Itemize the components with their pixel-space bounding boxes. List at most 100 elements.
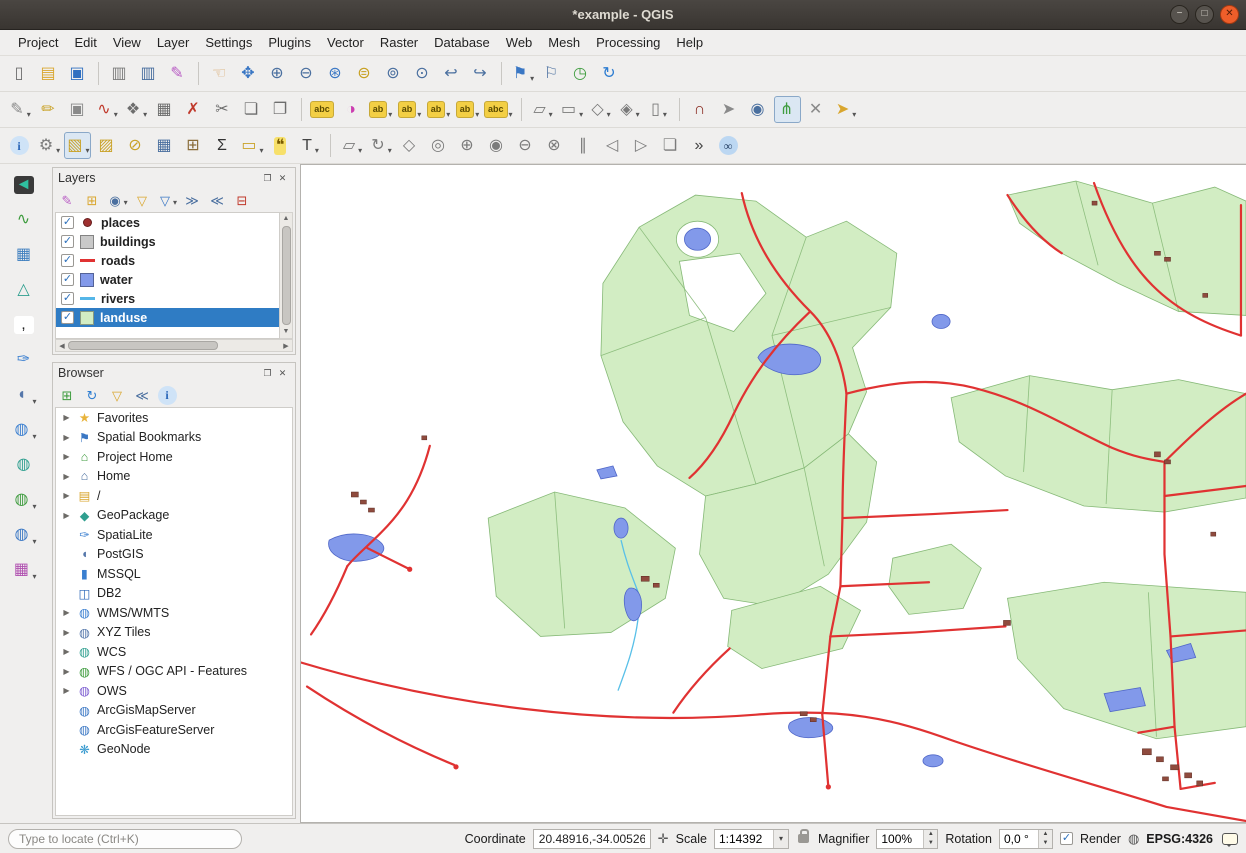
save-layer-edits-button[interactable]: ▣ xyxy=(64,96,91,123)
field-calculator-button[interactable]: ⊞ xyxy=(180,132,207,159)
expand-all-button[interactable]: ≫ xyxy=(181,189,204,211)
clear-edits-button[interactable]: ✕ xyxy=(803,96,830,123)
layer-visibility-checkbox[interactable]: ✓ xyxy=(61,292,74,305)
layer-row[interactable]: ✓ roads xyxy=(56,251,279,270)
add-mesh-layer-button[interactable]: △ xyxy=(8,275,40,305)
close-button[interactable]: ✕ xyxy=(1220,5,1239,24)
filter-browser-button[interactable]: ▽ xyxy=(106,384,129,406)
spin-down-icon[interactable]: ▼ xyxy=(924,839,937,848)
snapping-toggle-button[interactable]: ∩ xyxy=(687,96,714,123)
map-canvas[interactable] xyxy=(300,164,1246,823)
maximize-button[interactable]: □ xyxy=(1195,5,1214,24)
close-panel-icon[interactable]: ✕ xyxy=(275,171,290,186)
expand-arrow-icon[interactable]: ▶ xyxy=(61,667,72,676)
minimize-button[interactable]: − xyxy=(1170,5,1189,24)
toolbar-button[interactable] xyxy=(301,98,302,121)
browser-item[interactable]: ❋ GeoNode xyxy=(56,740,292,760)
browser-item[interactable]: ▶ ◆ GeoPackage xyxy=(56,506,292,526)
coordinate-extent-icon[interactable]: ✛ xyxy=(658,831,669,847)
browser-item[interactable]: ▶ ◍ WMS/WMTS xyxy=(56,603,292,623)
add-wfs-layer-button[interactable]: ◍ ▾ xyxy=(8,485,40,515)
layer-row[interactable]: ✓ landuse xyxy=(56,308,279,327)
statistics-button[interactable]: Σ xyxy=(209,132,236,159)
browser-item[interactable]: ▶ ⌂ Home xyxy=(56,467,292,487)
collapse-browser-button[interactable]: ≪ xyxy=(131,384,154,406)
add-virtual-layer-button[interactable]: ▦ ▾ xyxy=(8,555,40,585)
magnifier-spinbox[interactable]: ▲ ▼ xyxy=(876,829,938,849)
menu-item[interactable]: Vector xyxy=(319,31,372,54)
expand-arrow-icon[interactable]: ▶ xyxy=(61,491,72,500)
new-project-button[interactable]: ▯ xyxy=(6,60,33,87)
add-selected-layers-button[interactable]: ⊞ xyxy=(56,384,79,406)
save-project-button[interactable]: ▣ xyxy=(64,60,91,87)
current-edits-button[interactable]: ✎ ▾ xyxy=(6,96,33,123)
menu-item[interactable]: Mesh xyxy=(540,31,588,54)
add-group-button[interactable]: ⊞ xyxy=(81,189,104,211)
window-titlebar[interactable]: *example - QGIS − □ ✕ xyxy=(0,0,1246,30)
add-spatialite-layer-button[interactable]: ✑ xyxy=(8,345,40,375)
expand-arrow-icon[interactable]: ▶ xyxy=(61,413,72,422)
log-messages-icon[interactable] xyxy=(1222,833,1238,845)
pin-unpin-labels-button[interactable]: ab ▾ xyxy=(396,96,423,123)
new-spatial-bookmark-button[interactable]: ⚑ ▾ xyxy=(509,60,536,87)
menu-item[interactable]: Project xyxy=(10,31,66,54)
menu-item[interactable]: Layer xyxy=(149,31,198,54)
merge-features-button[interactable]: ❏ xyxy=(657,132,684,159)
spin-up-icon[interactable]: ▲ xyxy=(1039,830,1052,839)
toolbar-button[interactable] xyxy=(679,98,680,121)
pan-map-button[interactable]: ☜ xyxy=(206,60,233,87)
pointer-tool-button[interactable]: ➤ xyxy=(716,96,743,123)
browser-item[interactable]: ▶ ⚑ Spatial Bookmarks xyxy=(56,428,292,448)
zoom-last-button[interactable]: ↩ xyxy=(438,60,465,87)
text-annotation-tool-button[interactable]: ▯ ▾ xyxy=(645,96,672,123)
reshape-features-button[interactable]: ◁ xyxy=(599,132,626,159)
pan-to-selection-button[interactable]: ✥ xyxy=(235,60,262,87)
scale-input[interactable] xyxy=(715,830,773,848)
browser-item[interactable]: ✑ SpatiaLite xyxy=(56,525,292,545)
browser-item[interactable]: ◍ ArcGisMapServer xyxy=(56,701,292,721)
data-source-manager-button[interactable]: ◄ xyxy=(8,170,40,200)
feature-arrow-button[interactable]: ➤ ▾ xyxy=(832,96,859,123)
manage-map-themes-button[interactable]: ◉ ▾ xyxy=(106,189,129,211)
browser-item[interactable]: ▶ ◍ WCS xyxy=(56,642,292,662)
locate-search-input[interactable] xyxy=(8,829,242,849)
zoom-out-button[interactable]: ⊖ xyxy=(293,60,320,87)
add-ring-button[interactable]: ◎ xyxy=(425,132,452,159)
delete-selected-button[interactable]: ✗ xyxy=(180,96,207,123)
layer-row[interactable]: ✓ buildings xyxy=(56,232,279,251)
cut-features-button[interactable]: ✂ xyxy=(209,96,236,123)
coordinate-input[interactable] xyxy=(533,829,651,849)
scale-combobox[interactable]: ▾ xyxy=(714,829,789,849)
add-part-button[interactable]: ⊕ xyxy=(454,132,481,159)
highlight-pinned-labels-button[interactable]: ab ▾ xyxy=(367,96,394,123)
float-panel-icon[interactable]: ❐ xyxy=(260,366,275,381)
menu-item[interactable]: Database xyxy=(426,31,498,54)
toggle-editing-button[interactable]: ✏ xyxy=(35,96,62,123)
digitize-with-segment-button[interactable]: ∿ ▾ xyxy=(93,96,120,123)
open-attribute-table-button[interactable]: ▦ xyxy=(151,132,178,159)
layers-vertical-scrollbar[interactable]: ▲ ▼ xyxy=(280,212,293,339)
filter-by-expression-button[interactable]: ▽ ▾ xyxy=(156,189,179,211)
browser-item[interactable]: ◖ PostGIS xyxy=(56,545,292,565)
paste-features-button[interactable]: ❐ xyxy=(267,96,294,123)
menu-item[interactable]: Help xyxy=(668,31,711,54)
expand-arrow-icon[interactable]: ▶ xyxy=(61,647,72,656)
toolbar-button[interactable] xyxy=(521,98,522,121)
run-feature-action-button[interactable]: ⚙ ▾ xyxy=(35,132,62,159)
delete-part-button[interactable]: ⊗ xyxy=(541,132,568,159)
layer-diagram-button[interactable]: ◑ xyxy=(338,96,365,123)
collapse-all-button[interactable]: ≪ xyxy=(206,189,229,211)
expand-arrow-icon[interactable]: ▶ xyxy=(61,433,72,442)
delete-ring-button[interactable]: ⊖ xyxy=(512,132,539,159)
layer-visibility-checkbox[interactable]: ✓ xyxy=(61,235,74,248)
layout-manager-button[interactable]: ▥ xyxy=(135,60,162,87)
toolbar-button[interactable] xyxy=(330,134,331,157)
add-postgis-layer-button[interactable]: ◖ ▾ xyxy=(8,380,40,410)
menu-item[interactable]: Plugins xyxy=(260,31,319,54)
search-plugin-button[interactable]: ∞ xyxy=(715,132,742,159)
toolbar-overflow-button[interactable]: » xyxy=(686,132,713,159)
move-feature-button[interactable]: ▱ ▾ xyxy=(338,132,365,159)
spin-arrows[interactable]: ▲ ▼ xyxy=(1038,830,1052,848)
menu-item[interactable]: Processing xyxy=(588,31,668,54)
browser-item[interactable]: ▶ ▤ / xyxy=(56,486,292,506)
